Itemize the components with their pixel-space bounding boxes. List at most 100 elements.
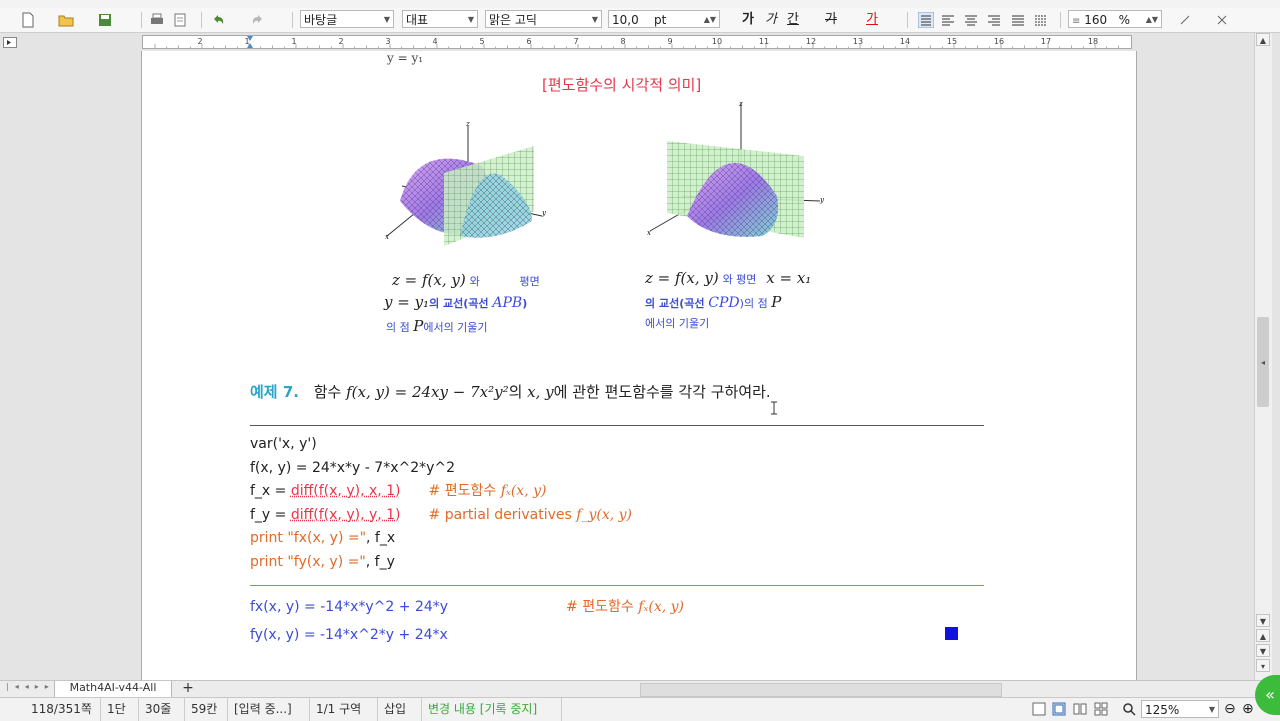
code-block[interactable]: var('x, y') f(x, y) = 24*x*y - 7*x^2*y^2… — [250, 433, 632, 574]
align-center-icon[interactable] — [963, 12, 979, 28]
scroll-up-icon[interactable]: ▲ — [1256, 33, 1270, 46]
code-line: f(x, y) = 24*x*y - 7*x^2*y^2 — [250, 459, 456, 476]
code-output-rule — [250, 585, 984, 586]
redo-icon[interactable] — [250, 12, 266, 28]
code-line: print "fy(x, y) =", f_y — [250, 553, 395, 570]
document-tab-bar: |◂◂▸▸| Math4AI-v44-All + — [0, 680, 1280, 698]
align-justify-icon[interactable] — [918, 12, 934, 28]
ruler-tick-label: 2 — [338, 37, 343, 46]
distribute-icon[interactable] — [1010, 12, 1026, 28]
status-input-mode: [입력 중...] — [228, 698, 310, 721]
ruler-tick-label: 3 — [385, 37, 390, 46]
svg-text:y: y — [541, 209, 547, 217]
horizontal-scrollbar[interactable] — [640, 683, 1002, 697]
font-color-button[interactable]: 가 — [866, 12, 878, 28]
print-preview-icon[interactable] — [172, 12, 188, 28]
font-select[interactable]: 맑은 고딕 ▼ — [485, 10, 602, 28]
svg-text:x: x — [647, 229, 651, 237]
font-size-field[interactable]: 10,0 pt ▲▼ — [608, 10, 720, 28]
ruler-tick-label: 15 — [947, 37, 957, 46]
example-line: 예제 7. 함수 f(x, y) = 24xy − 7x²y²의 x, y에 관… — [250, 383, 771, 401]
ruler-tick-label: 12 — [806, 37, 816, 46]
partial-derivative-surface-figure-2: z y x — [647, 101, 825, 238]
end-of-proof-square — [945, 627, 958, 640]
ruler-tick-label: 11 — [759, 37, 769, 46]
ruler-tick-label: 17 — [1041, 37, 1051, 46]
toolbar-option-icon[interactable] — [1177, 12, 1193, 28]
formatting-toolbar: 바탕글 ▼ 대표 ▼ 맑은 고딕 ▼ 10,0 pt ▲▼ 가 가 간 가 가 ≡ 16… — [0, 8, 1280, 33]
output-line: fy(x, y) = -14*x^2*y + 24*x — [250, 627, 448, 643]
ruleset-select[interactable]: 대표 ▼ — [402, 10, 478, 28]
prev-page-icon[interactable]: ▲ — [1256, 629, 1270, 642]
ruler-tick-label: 1 — [291, 37, 296, 46]
text-cursor-icon — [771, 401, 777, 415]
view-grid-icon[interactable] — [1094, 702, 1108, 716]
line-spacing-field[interactable]: ≡ 160 % ▲▼ — [1068, 10, 1162, 28]
output-block: fx(x, y) = -14*x*y^2 + 24*y # 편도함수 fₓ(x, … — [250, 593, 684, 649]
partial-derivative-surface-figure-1: z y x — [385, 121, 547, 246]
print-icon[interactable] — [149, 12, 165, 28]
ruler-corner-icon[interactable] — [3, 37, 17, 48]
ruler-tick-label: 14 — [900, 37, 910, 46]
svg-text:x: x — [385, 233, 389, 241]
output-line: fx(x, y) = -14*x*y^2 + 24*y # 편도함수 fₓ(x, … — [250, 599, 684, 615]
align-right-icon[interactable] — [986, 12, 1002, 28]
status-line: 30줄 — [139, 698, 185, 721]
zoom-in-icon[interactable]: ⊕ — [1242, 701, 1254, 717]
status-bar: 118/351쪽 1단 30줄 59칸 [입력 중...] 1/1 구역 삽입 … — [0, 697, 1280, 721]
strikethrough-button[interactable]: 가 — [825, 12, 837, 28]
view-twopage-icon[interactable] — [1073, 702, 1087, 716]
next-page-icon[interactable]: ▼ — [1256, 644, 1270, 657]
svg-text:y: y — [819, 196, 825, 204]
open-folder-icon[interactable] — [58, 12, 74, 28]
code-top-rule — [250, 425, 984, 426]
ruler-tick-label: 16 — [994, 37, 1004, 46]
new-document-icon[interactable] — [20, 12, 36, 28]
code-line: f_x = diff(f(x, y), x, 1) # 편도함수 fₓ(x, y) — [250, 483, 547, 499]
ruler-tick-label: 7 — [573, 37, 578, 46]
document-page[interactable]: y = y₁ [편도함수의 시각적 의미] z y x z = f(x, y) … — [141, 51, 1137, 680]
code-line: var('x, y') — [250, 436, 317, 452]
status-area: 1/1 구역 — [310, 698, 378, 721]
horizontal-ruler[interactable]: 2 1 1 2 3 4 5 6 7 8 9 10 11 12 13 14 15 16 17 18 — [142, 35, 1132, 49]
zoom-search-icon[interactable] — [1122, 702, 1136, 716]
ruler-tick-label: 9 — [667, 37, 672, 46]
ruler-tick-label: 5 — [479, 37, 484, 46]
divide-align-icon[interactable] — [1033, 12, 1049, 28]
code-line: print "fx(x, y) =", f_x — [250, 530, 396, 546]
svg-text:z: z — [738, 101, 743, 108]
bold-button[interactable]: 가 — [742, 12, 754, 28]
zoom-out-icon[interactable]: ⊖ — [1224, 701, 1236, 717]
ruler-tick-label: 13 — [853, 37, 863, 46]
scroll-down-icon[interactable]: ▼ — [1256, 614, 1270, 627]
align-left-icon[interactable] — [940, 12, 956, 28]
example-label: 예제 7. — [250, 383, 299, 401]
italic-button[interactable]: 가 — [765, 12, 777, 28]
underline-button[interactable]: 간 — [787, 12, 799, 28]
ruler-tick-label: 18 — [1088, 37, 1098, 46]
toolbar-option2-icon[interactable] — [1214, 12, 1230, 28]
ruler-tick-label: 8 — [620, 37, 625, 46]
section-title: [편도함수의 시각적 의미] — [542, 76, 702, 94]
view-normal-icon[interactable] — [1032, 702, 1046, 716]
ruler-tick-label: 10 — [712, 37, 722, 46]
status-insert-mode[interactable]: 삽입 — [378, 698, 422, 721]
status-page[interactable]: 118/351쪽 — [25, 698, 101, 721]
style-select[interactable]: 바탕글 ▼ — [300, 10, 394, 28]
vertical-scrollbar[interactable]: ▲ ◂ ▼ ▲ ▼ ▾ — [1254, 33, 1272, 680]
tab-document[interactable]: Math4AI-v44-All — [54, 681, 172, 698]
status-track-changes[interactable]: 변경 내용 [기록 중지] — [422, 698, 562, 721]
status-column: 59칸 — [185, 698, 228, 721]
ruler-tick-label: 2 — [197, 37, 202, 46]
ruler-tick-label: 4 — [432, 37, 437, 46]
page-nav-icon[interactable]: ▾ — [1256, 659, 1270, 672]
svg-text:z: z — [465, 121, 470, 128]
code-line: f_y = diff(f(x, y), y, 1) # partial deriv… — [250, 506, 632, 523]
view-page-icon[interactable] — [1052, 702, 1066, 716]
zoom-select[interactable]: 125% ▼ — [1141, 700, 1219, 718]
figure1-caption: z = f(x, y) 와 평면 y = y₁의 교선(곡선 APB) 의 점 … — [384, 271, 540, 335]
menu-bar — [0, 0, 1280, 8]
add-tab-button[interactable]: + — [170, 681, 206, 697]
undo-icon[interactable] — [210, 12, 226, 28]
save-icon[interactable] — [97, 12, 113, 28]
